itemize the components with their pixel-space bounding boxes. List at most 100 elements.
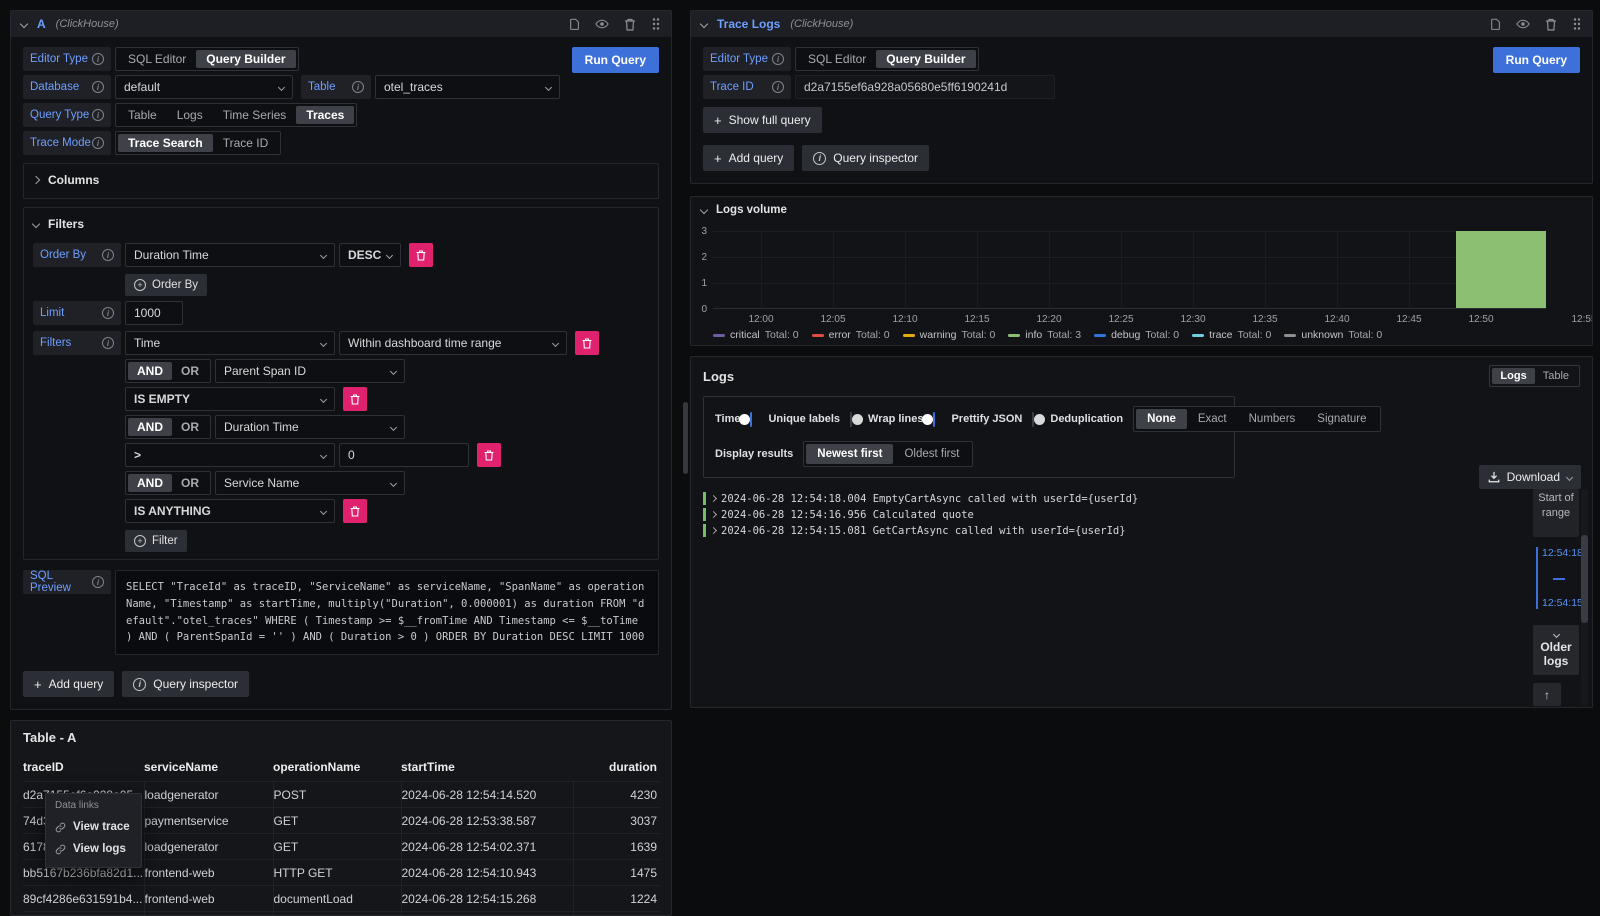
run-query-button[interactable]: Run Query — [1493, 47, 1580, 73]
legend-item-info[interactable]: infoTotal: 3 — [1008, 329, 1081, 341]
query-type-table[interactable]: Table — [118, 106, 167, 124]
and-option[interactable]: AND — [128, 474, 172, 492]
filter2-field-select[interactable]: Duration Time — [215, 415, 405, 439]
col-header-servicename[interactable]: serviceName — [144, 755, 273, 782]
hide-response-eye-icon[interactable] — [1516, 17, 1530, 31]
or-option[interactable]: OR — [172, 474, 208, 492]
show-full-query-button[interactable]: +Show full query — [703, 107, 822, 133]
logs-volume-header[interactable]: Logs volume — [691, 197, 1592, 223]
legend-item-unknown[interactable]: unknownTotal: 0 — [1284, 329, 1382, 341]
remove-query-trash-icon[interactable] — [624, 18, 636, 31]
filter1-field-select[interactable]: Parent Span ID — [215, 359, 405, 383]
drag-handle-icon[interactable] — [1572, 17, 1582, 31]
limit-input[interactable]: 1000 — [125, 301, 183, 325]
scroll-to-top-button[interactable]: ↑ — [1533, 683, 1561, 706]
legend-item-warning[interactable]: warningTotal: 0 — [903, 329, 996, 341]
filters-section-header[interactable]: Filters — [33, 213, 649, 235]
table-view-option[interactable]: Table — [1535, 368, 1577, 384]
duplicate-query-icon[interactable] — [1488, 18, 1501, 31]
query-builder-option[interactable]: Query Builder — [876, 50, 975, 68]
col-header-starttime[interactable]: startTime — [401, 755, 573, 782]
col-header-operationname[interactable]: operationName — [273, 755, 401, 782]
duplicate-query-icon[interactable] — [567, 18, 580, 31]
view-trace-menu-item[interactable]: View trace — [55, 816, 132, 838]
wrap-lines-toggle[interactable] — [933, 412, 935, 427]
filter2-value-input[interactable]: 0 — [339, 443, 469, 467]
trace-search-option[interactable]: Trace Search — [118, 134, 213, 152]
logs-scrollbar-thumb[interactable] — [1581, 535, 1588, 623]
order-by-direction-select[interactable]: DESC — [339, 243, 401, 267]
or-option[interactable]: OR — [172, 362, 208, 380]
log-row[interactable]: 2024-06-28 12:54:16.956 Calculated quote — [703, 507, 1462, 522]
query-inspector-button[interactable]: iQuery inspector — [122, 671, 249, 697]
drag-handle-icon[interactable] — [651, 17, 661, 31]
filter3-field-select[interactable]: Service Name — [215, 471, 405, 495]
database-select[interactable]: default — [115, 75, 293, 99]
sql-editor-option[interactable]: SQL Editor — [798, 50, 876, 68]
query-builder-option[interactable]: Query Builder — [196, 50, 295, 68]
remove-time-filter-button[interactable] — [575, 331, 599, 355]
remove-filter2-button[interactable] — [477, 443, 501, 467]
log-row[interactable]: 2024-06-28 12:54:18.004 EmptyCartAsync c… — [703, 491, 1462, 506]
filter1-operator-select[interactable]: IS EMPTY — [125, 387, 335, 411]
sql-editor-option[interactable]: SQL Editor — [118, 50, 196, 68]
columns-section-header[interactable]: Columns — [33, 169, 649, 191]
remove-order-by-button[interactable] — [409, 243, 433, 267]
logs-volume-title: Logs volume — [716, 204, 787, 216]
remove-query-trash-icon[interactable] — [1545, 18, 1557, 31]
order-by-field-select[interactable]: Duration Time — [125, 243, 335, 267]
trace-id-link[interactable]: 9a7ef61341936... — [23, 912, 144, 916]
legend-item-critical[interactable]: criticalTotal: 0 — [713, 329, 799, 341]
remove-filter1-button[interactable] — [343, 387, 367, 411]
filter2-operator-select[interactable]: > — [125, 443, 335, 467]
info-icon: i — [102, 337, 114, 349]
collapse-chevron-icon[interactable] — [20, 20, 28, 28]
query-type-timeseries[interactable]: Time Series — [213, 106, 297, 124]
dedup-exact-option[interactable]: Exact — [1187, 409, 1238, 429]
remove-filter3-button[interactable] — [343, 499, 367, 523]
x-tick: 12:45 — [1393, 314, 1425, 325]
collapse-chevron-icon[interactable] — [700, 20, 708, 28]
query-type-traces[interactable]: Traces — [296, 106, 354, 124]
view-logs-menu-item[interactable]: View logs — [55, 838, 132, 860]
dedup-none-option[interactable]: None — [1136, 409, 1187, 429]
older-logs-button[interactable]: Older logs — [1533, 625, 1579, 675]
add-filter-button[interactable]: +Filter — [125, 530, 187, 552]
and-option[interactable]: AND — [128, 362, 172, 380]
filter-time-value-select[interactable]: Within dashboard time range — [339, 331, 567, 355]
col-header-duration[interactable]: duration — [573, 755, 659, 782]
log-row[interactable]: 2024-06-28 12:54:15.081 GetCartAsync cal… — [703, 523, 1462, 538]
query-inspector-button[interactable]: iQuery inspector — [802, 145, 929, 171]
add-query-button[interactable]: +Add query — [703, 145, 794, 171]
left-pane-scrollbar[interactable] — [683, 402, 688, 474]
table-select[interactable]: otel_traces — [375, 75, 560, 99]
hide-response-eye-icon[interactable] — [595, 17, 609, 31]
col-header-traceid[interactable]: traceID — [23, 755, 144, 782]
query-type-logs[interactable]: Logs — [167, 106, 213, 124]
newest-first-option[interactable]: Newest first — [806, 444, 893, 464]
legend-item-error[interactable]: errorTotal: 0 — [812, 329, 890, 341]
trace-id-option[interactable]: Trace ID — [213, 134, 279, 152]
download-button[interactable]: Download — [1479, 465, 1581, 489]
dedup-numbers-option[interactable]: Numbers — [1238, 409, 1307, 429]
legend-item-trace[interactable]: traceTotal: 0 — [1192, 329, 1271, 341]
info-icon: i — [772, 53, 784, 65]
prettify-json-toggle[interactable] — [1032, 412, 1034, 427]
filter3-operator-select[interactable]: IS ANYTHING — [125, 499, 335, 523]
or-option[interactable]: OR — [172, 418, 208, 436]
filter-time-field-select[interactable]: Time — [125, 331, 335, 355]
unique-labels-toggle[interactable] — [850, 412, 852, 427]
trace-id-link[interactable]: 89cf4286e631591b4... — [23, 886, 144, 912]
add-order-by-button[interactable]: +Order By — [125, 274, 207, 296]
logs-view-option[interactable]: Logs — [1492, 368, 1534, 384]
oldest-first-option[interactable]: Oldest first — [893, 444, 970, 464]
and-option[interactable]: AND — [128, 418, 172, 436]
run-query-button[interactable]: Run Query — [572, 47, 659, 73]
trace-id-input[interactable]: d2a7155ef6a928a05680e5ff6190241d — [795, 75, 1055, 99]
time-toggle[interactable] — [750, 412, 752, 427]
dedup-signature-option[interactable]: Signature — [1306, 409, 1377, 429]
add-query-button[interactable]: +Add query — [23, 671, 114, 697]
legend-item-debug[interactable]: debugTotal: 0 — [1094, 329, 1179, 341]
chevron-down-icon — [386, 251, 393, 258]
start-of-range-label: Start of range — [1533, 489, 1579, 537]
